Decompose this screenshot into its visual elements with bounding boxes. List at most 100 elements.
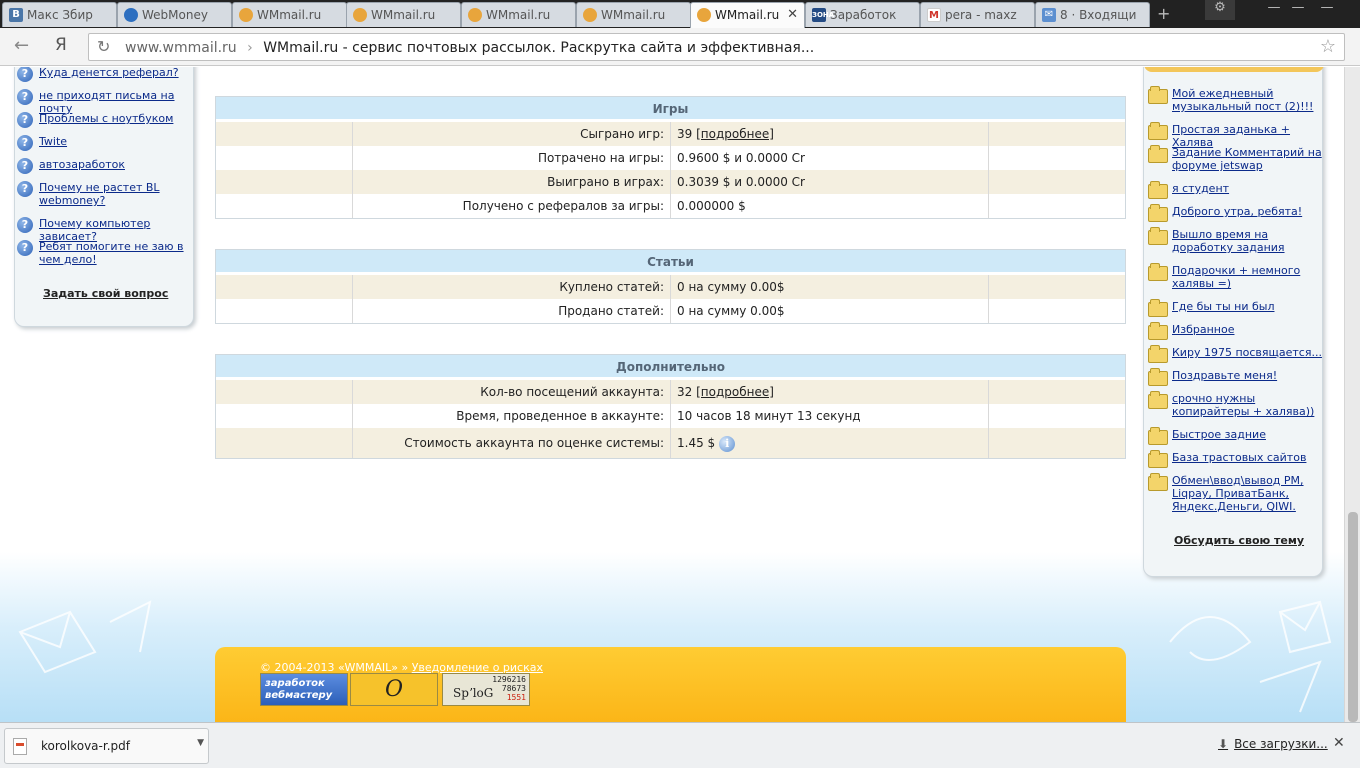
question-link[interactable]: автозаработок: [39, 158, 193, 171]
info-icon[interactable]: i: [719, 435, 736, 452]
minimize-icon[interactable]: —: [1264, 0, 1284, 20]
download-item[interactable]: korolkova-r.pdf ▼: [4, 728, 209, 764]
tab-wmmail-active[interactable]: WMmail.ru ✕: [690, 2, 805, 28]
download-arrow-icon: ⬇: [1218, 737, 1229, 751]
tab-wmmail-1[interactable]: WMmail.ru: [232, 2, 347, 27]
topic-link[interactable]: Доброго утра, ребята!: [1172, 205, 1322, 218]
folder-icon: [1148, 86, 1168, 104]
topic-link[interactable]: Подарочки + немного халявы =): [1172, 264, 1322, 290]
topic-link[interactable]: Киру 1975 посвящается...: [1172, 346, 1322, 359]
topic-link[interactable]: Поздравьте меня!: [1172, 369, 1322, 382]
folder-icon: [1148, 322, 1168, 340]
topic-link[interactable]: Быстрое задние: [1172, 428, 1322, 441]
topic-link[interactable]: База трастовых сайтов: [1172, 451, 1322, 464]
counter-month: 78673: [501, 684, 526, 693]
scrollbar-thumb[interactable]: [1348, 512, 1358, 722]
folder-icon: [1148, 391, 1168, 409]
question-link[interactable]: Ребят помогите не заю в чем дело!: [39, 240, 193, 266]
tab-title: Заработок: [830, 8, 897, 22]
row-label: Выиграно в играх:: [353, 170, 671, 194]
tab-wmmail-2[interactable]: WMmail.ru: [346, 2, 461, 27]
topic-link[interactable]: Мой ежедневный музыкальный пост (2)!!!: [1172, 87, 1322, 113]
topic-link[interactable]: Вышло время на доработку задания: [1172, 228, 1322, 254]
tab-inbox[interactable]: ✉ 8 · Входящи: [1035, 2, 1150, 27]
topic-link[interactable]: Задание Комментарий на форуме jetswap: [1172, 146, 1322, 172]
bookmark-star-icon[interactable]: ☆: [1320, 36, 1336, 57]
new-tab-icon[interactable]: +: [1157, 4, 1170, 23]
table-row: Время, проведенное в аккаунте: 10 часов …: [216, 404, 1125, 428]
tab-webmoney[interactable]: WebMoney: [117, 2, 232, 27]
ask-question-link[interactable]: Задать свой вопрос: [43, 287, 168, 300]
empty-cell: [216, 194, 353, 218]
table-row: Сыграно игр: 39 [подробнее]: [216, 122, 1125, 146]
right-sidebar-topics: Мой ежедневный музыкальный пост (2)!!! П…: [1143, 67, 1324, 577]
tab-title: WMmail.ru: [486, 8, 551, 22]
tab-close-icon[interactable]: ✕: [787, 7, 798, 22]
tab-gmail[interactable]: M pera - maxz: [920, 2, 1035, 27]
question-link[interactable]: Куда денется реферал?: [39, 67, 193, 79]
table-row: Получено с рефералов за игры: 0.000000 $: [216, 194, 1125, 218]
counter-numbers: 1296216 78673 1551: [492, 675, 526, 702]
tab-strip: В Макс Збир WebMoney WMmail.ru WMmail.ru…: [0, 0, 1360, 28]
yandex-icon[interactable]: Я: [55, 35, 67, 55]
close-icon[interactable]: ✕: [1333, 735, 1345, 751]
folder-icon: [1148, 145, 1168, 163]
gear-icon[interactable]: ⚙: [1205, 0, 1235, 20]
back-arrow-icon[interactable]: ←: [14, 35, 29, 56]
wmmail-icon: [353, 8, 367, 22]
table-row: Куплено статей: 0 на сумму 0.00$: [216, 275, 1125, 299]
topic-link[interactable]: срочно нужны копирайтеры + халява)): [1172, 392, 1322, 418]
details-link[interactable]: [подробнее]: [696, 127, 774, 141]
tab-zarabotok[interactable]: ЗОНА Заработок: [805, 2, 920, 27]
empty-cell: [216, 299, 353, 323]
folder-icon: [1148, 227, 1168, 245]
reload-icon[interactable]: ↻: [97, 37, 110, 56]
question-link[interactable]: Почему не растет BL webmoney?: [39, 181, 193, 207]
empty-cell: [216, 146, 353, 170]
all-downloads-link[interactable]: ⬇ Все загрузки...: [1218, 737, 1328, 751]
pdf-file-icon: [13, 738, 27, 755]
counter-today: 1551: [506, 693, 526, 702]
folder-icon: [1148, 368, 1168, 386]
counter-total: 1296216: [492, 675, 526, 684]
folder-icon: [1148, 181, 1168, 199]
page-scrollbar[interactable]: [1344, 67, 1360, 722]
spylog-counter-badge[interactable]: SpʼloG 1296216 78673 1551: [442, 673, 530, 706]
question-icon: ?: [17, 112, 33, 128]
wmmail-icon: [583, 8, 597, 22]
folder-icon: [1148, 263, 1168, 281]
row-label: Кол-во посещений аккаунта:: [353, 380, 671, 404]
tab-title: WMmail.ru: [715, 8, 780, 22]
tab-vk[interactable]: В Макс Збир: [2, 2, 117, 27]
topic-link[interactable]: Где бы ты ни был: [1172, 300, 1322, 313]
tab-wmmail-3[interactable]: WMmail.ru: [461, 2, 576, 27]
question-icon: ?: [17, 240, 33, 256]
chevron-down-icon[interactable]: ▼: [197, 738, 204, 748]
address-bar[interactable]: ↻ www.wmmail.ru › WMmail.ru - сервис поч…: [88, 33, 1345, 61]
topic-link[interactable]: Обмен\ввод\вывод PM, Liqpay, ПриватБанк,…: [1172, 474, 1322, 513]
table-row: Стоимость аккаунта по оценке системы: 1.…: [216, 428, 1125, 458]
webmoney-icon: [124, 8, 138, 22]
left-sidebar-questions: ? Куда денется реферал? ? не приходят пи…: [14, 67, 194, 327]
topic-link[interactable]: Избранное: [1172, 323, 1322, 336]
table-title: Дополнительно: [216, 355, 1125, 380]
question-icon: ?: [17, 158, 33, 174]
question-link[interactable]: Twite: [39, 135, 193, 148]
tab-wmmail-4[interactable]: WMmail.ru: [576, 2, 691, 27]
empty-cell: [216, 428, 353, 458]
close-window-icon[interactable]: —: [1312, 0, 1342, 20]
question-link[interactable]: Проблемы с ноутбуком: [39, 112, 193, 125]
tab-title: WMmail.ru: [371, 8, 436, 22]
earn-webmaster-badge[interactable]: заработок вебмастеру: [260, 673, 348, 706]
o-badge[interactable]: O: [350, 673, 438, 706]
topic-link[interactable]: я студент: [1172, 182, 1322, 195]
maximize-icon[interactable]: —: [1288, 0, 1308, 20]
question-icon: ?: [17, 135, 33, 151]
gmail-icon: M: [927, 8, 941, 22]
discuss-topic-link[interactable]: Обсудить свою тему: [1174, 534, 1304, 547]
details-link[interactable]: [подробнее]: [696, 385, 774, 399]
table-title: Статьи: [216, 250, 1125, 275]
empty-cell: [216, 170, 353, 194]
row-value: 1.45 $: [677, 436, 716, 450]
table-title: Игры: [216, 97, 1125, 122]
